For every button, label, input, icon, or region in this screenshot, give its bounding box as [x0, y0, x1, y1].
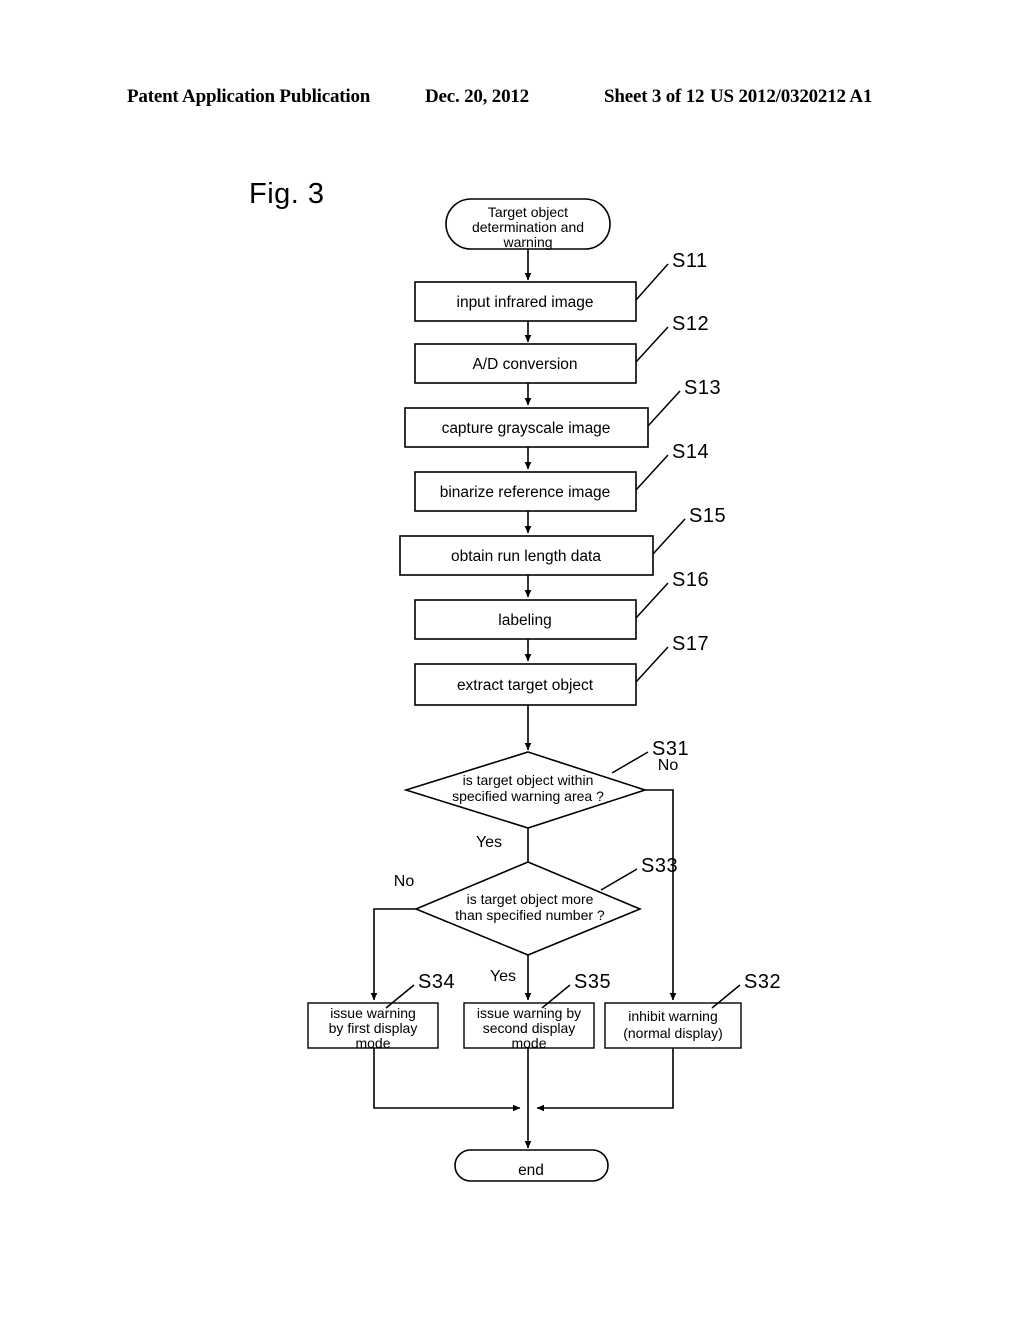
leader-s12 [635, 326, 669, 363]
flowchart-figure-3: Target object determination and warning … [307, 198, 781, 1182]
step-number-s33: S33 [641, 855, 678, 877]
step-number-s17: S17 [672, 633, 709, 655]
s32-line-1: inhibit warning [628, 1008, 718, 1024]
s31-no-label: No [658, 757, 679, 774]
flow-node-s16: labeling [414, 599, 637, 640]
start-node-line-1: Target object [488, 204, 568, 220]
step-number-s13: S13 [684, 377, 721, 399]
flow-node-s14: binarize reference image [414, 471, 637, 512]
flow-node-s12: A/D conversion [414, 343, 637, 384]
s31-line-1: is target object within [463, 772, 594, 788]
s31-line-2: specified warning area ? [452, 788, 604, 804]
flow-node-s13: capture grayscale image [404, 407, 649, 448]
step-number-s14: S14 [672, 441, 709, 463]
s34-line-3: mode [355, 1035, 390, 1051]
s16-label: labeling [498, 612, 551, 629]
connector-s34-to-end-junction [373, 1048, 521, 1112]
flow-node-s31-decision: is target object within specified warnin… [403, 751, 648, 829]
flow-node-s33-decision: is target object more than specified num… [413, 861, 643, 956]
leader-s14 [635, 454, 669, 491]
leader-s17 [635, 646, 669, 683]
s35-line-1: issue warning by [477, 1005, 581, 1021]
s17-label: extract target object [457, 677, 594, 694]
s35-line-2: second display [483, 1020, 576, 1036]
leader-s11 [635, 263, 669, 301]
s12-label: A/D conversion [472, 356, 577, 373]
step-number-s12: S12 [672, 313, 709, 335]
start-node-line-3: warning [502, 234, 552, 250]
flow-node-s35: issue warning by second display mode [463, 1002, 595, 1051]
s13-label: capture grayscale image [442, 420, 611, 437]
step-number-s34: S34 [418, 971, 455, 993]
s14-label: binarize reference image [440, 484, 611, 501]
step-number-s35: S35 [574, 971, 611, 993]
s11-label: input infrared image [457, 294, 594, 311]
s34-line-2: by first display [329, 1020, 418, 1036]
step-number-s32: S32 [744, 971, 781, 993]
s33-no-label: No [394, 873, 415, 890]
connector-s33-no-to-s34 [370, 908, 416, 1001]
flow-node-s15: obtain run length data [399, 535, 654, 576]
s31-yes-label: Yes [476, 834, 502, 851]
connector-s32-to-end-junction [536, 1048, 674, 1112]
end-node-label: end [518, 1162, 544, 1179]
s33-line-2: than specified number ? [455, 907, 605, 923]
connector-s31-no-to-s32 [645, 789, 677, 1001]
step-number-s11: S11 [672, 250, 708, 272]
s35-line-3: mode [511, 1035, 546, 1051]
s34-line-1: issue warning [330, 1005, 416, 1021]
flow-node-end: end [454, 1149, 609, 1182]
flow-node-s11: input infrared image [414, 281, 637, 322]
leader-s16 [635, 582, 669, 619]
start-node-line-2: determination and [472, 219, 584, 235]
leader-s33 [600, 868, 638, 891]
s33-line-1: is target object more [467, 891, 594, 907]
flow-node-s34: issue warning by first display mode [307, 1002, 439, 1051]
s15-label: obtain run length data [451, 548, 601, 565]
step-number-s15: S15 [689, 505, 726, 527]
leader-s31 [611, 751, 649, 774]
flow-node-s17: extract target object [414, 663, 637, 706]
flow-node-start: Target object determination and warning [445, 198, 611, 250]
leader-s15 [652, 518, 686, 555]
s33-yes-label: Yes [490, 968, 516, 985]
s32-line-2: (normal display) [623, 1025, 723, 1041]
step-number-s16: S16 [672, 569, 709, 591]
flow-node-s32: inhibit warning (normal display) [604, 1002, 742, 1049]
leader-s13 [647, 390, 681, 427]
